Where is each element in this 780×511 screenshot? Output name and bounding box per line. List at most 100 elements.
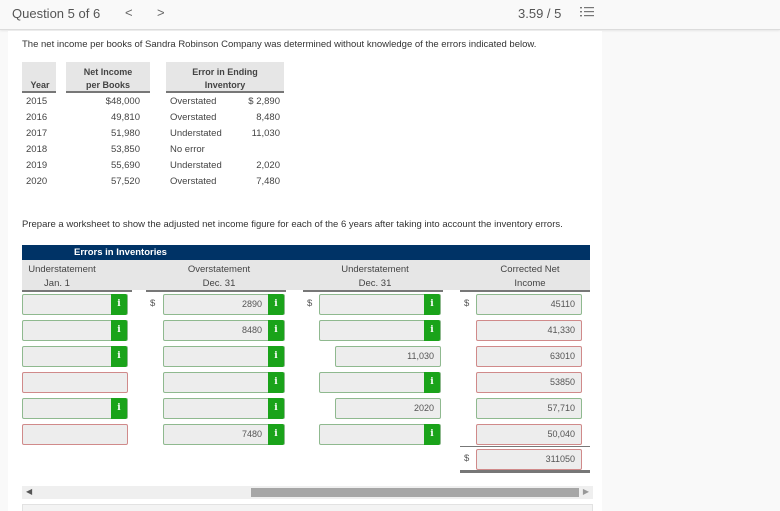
col-corrected-underline bbox=[460, 290, 590, 292]
scroll-left-arrow-icon[interactable]: ◀ bbox=[26, 487, 32, 496]
given-error-type: Understated bbox=[170, 128, 222, 139]
corrected-net-income-input[interactable]: 57,710 bbox=[476, 398, 582, 419]
col-under-jan-line2: Jan. 1 bbox=[44, 278, 70, 289]
col-over-dec-line2: Dec. 31 bbox=[202, 278, 236, 289]
header-error-line1: Error in Ending bbox=[192, 67, 258, 77]
given-error-amount: 11,030 bbox=[251, 128, 280, 139]
given-error-amount: 7,480 bbox=[256, 176, 280, 187]
total-corrected-net-income-input[interactable]: 311050 bbox=[476, 449, 582, 470]
info-icon[interactable]: i bbox=[424, 424, 440, 445]
errors-in-inventories-band: Errors in Inventories bbox=[22, 245, 590, 260]
overstatement-dec31-input[interactable] bbox=[163, 372, 285, 393]
score-display: 3.59 / 5 bbox=[518, 6, 562, 21]
overstatement-dec31-input[interactable]: 2890 bbox=[163, 294, 285, 315]
understatement-dec31-input[interactable] bbox=[319, 424, 441, 445]
understatement-dec31-input[interactable] bbox=[319, 294, 441, 315]
understatement-dec31-input[interactable]: 2020 bbox=[335, 398, 441, 419]
overstatement-dec31-input[interactable] bbox=[163, 398, 285, 419]
corrected-net-income-input[interactable]: 41,330 bbox=[476, 320, 582, 341]
header-year: Year bbox=[30, 80, 50, 90]
total-dollar-sign: $ bbox=[464, 453, 470, 464]
given-year: 2020 bbox=[26, 176, 48, 187]
col-under-dec-line1: Understatement bbox=[341, 264, 409, 275]
problem-intro: The net income per books of Sandra Robin… bbox=[22, 39, 537, 50]
worksheet-instructions: Prepare a worksheet to show the adjusted… bbox=[22, 219, 563, 230]
col-corrected-line2: Income bbox=[514, 278, 546, 289]
corrected-dollar-sign: $ bbox=[464, 298, 470, 309]
col-corrected-line1: Corrected Net bbox=[500, 264, 560, 275]
understatement-dec31-input[interactable]: 11,030 bbox=[335, 346, 441, 367]
overstatement-dec31-input[interactable] bbox=[163, 346, 285, 367]
info-icon[interactable]: i bbox=[111, 320, 127, 341]
given-year: 2016 bbox=[26, 112, 48, 123]
info-icon[interactable]: i bbox=[111, 294, 127, 315]
overstatement-dec31-input[interactable]: 7480 bbox=[163, 424, 285, 445]
understatement-dec31-input[interactable] bbox=[319, 372, 441, 393]
given-net-income: 55,690 bbox=[110, 160, 140, 171]
col-under-jan-line1: Understatement bbox=[28, 264, 96, 275]
next-question-button[interactable]: > bbox=[157, 5, 165, 20]
errors-in-inventories-title: Errors in Inventories bbox=[74, 247, 167, 258]
scrollbar-thumb[interactable] bbox=[251, 488, 579, 497]
info-icon[interactable]: i bbox=[268, 346, 284, 367]
total-rule-top bbox=[460, 446, 590, 447]
worksheet-column-headers: Understatement Jan. 1 Overstatement Dec.… bbox=[22, 260, 590, 290]
info-icon[interactable]: i bbox=[268, 294, 284, 315]
header-error-line2: Inventory bbox=[204, 80, 246, 90]
info-icon[interactable]: i bbox=[268, 424, 284, 445]
under-dec-dollar-sign: $ bbox=[307, 298, 313, 309]
info-icon[interactable]: i bbox=[268, 398, 284, 419]
given-error-type: Overstated bbox=[170, 96, 217, 107]
info-icon[interactable]: i bbox=[268, 320, 284, 341]
info-icon[interactable]: i bbox=[424, 320, 440, 341]
info-icon[interactable]: i bbox=[268, 372, 284, 393]
col-under-jan-underline bbox=[22, 290, 132, 292]
given-net-income: 53,850 bbox=[110, 144, 140, 155]
given-net-income: 51,980 bbox=[110, 128, 140, 139]
total-rule-double bbox=[460, 470, 590, 473]
given-year: 2017 bbox=[26, 128, 48, 139]
given-error-type: No error bbox=[170, 144, 205, 155]
info-icon[interactable]: i bbox=[111, 346, 127, 367]
col-over-dec-line1: Overstatement bbox=[187, 264, 251, 275]
given-net-income: 49,810 bbox=[110, 112, 140, 123]
given-error-type: Overstated bbox=[170, 112, 217, 123]
understatement-jan1-input[interactable] bbox=[22, 372, 128, 393]
header-year-cell: Year bbox=[22, 62, 56, 93]
col-under-dec-line2: Dec. 31 bbox=[358, 278, 392, 289]
list-icon[interactable] bbox=[580, 5, 594, 19]
given-error-amount: 2,020 bbox=[256, 160, 280, 171]
header-error-cell: Error in Ending Inventory bbox=[166, 62, 284, 93]
corrected-net-income-input[interactable]: 63010 bbox=[476, 346, 582, 367]
header-net-income-line1: Net Income bbox=[83, 67, 133, 77]
previous-question-button[interactable]: < bbox=[125, 5, 133, 20]
header-net-income-line2: per Books bbox=[85, 80, 130, 90]
corrected-net-income-input[interactable]: 50,040 bbox=[476, 424, 582, 445]
next-section-panel bbox=[22, 504, 593, 511]
over-dec-dollar-sign: $ bbox=[150, 298, 156, 309]
col-under-dec-underline bbox=[303, 290, 443, 292]
given-error-amount: $ 2,890 bbox=[248, 96, 280, 107]
given-error-type: Overstated bbox=[170, 176, 217, 187]
corrected-net-income-input[interactable]: 45110 bbox=[476, 294, 582, 315]
given-year: 2018 bbox=[26, 144, 48, 155]
given-net-income: 57,520 bbox=[110, 176, 140, 187]
given-year: 2015 bbox=[26, 96, 48, 107]
info-icon[interactable]: i bbox=[424, 372, 440, 393]
scroll-right-arrow-icon[interactable]: ▶ bbox=[583, 487, 589, 496]
question-counter: Question 5 of 6 bbox=[12, 6, 101, 21]
info-icon[interactable]: i bbox=[111, 398, 127, 419]
given-error-amount: 8,480 bbox=[256, 112, 280, 123]
understatement-dec31-input[interactable] bbox=[319, 320, 441, 341]
given-net-income: $48,000 bbox=[105, 96, 140, 107]
header-net-income-cell: Net Income per Books bbox=[66, 62, 150, 93]
col-over-dec-underline bbox=[146, 290, 286, 292]
given-year: 2019 bbox=[26, 160, 48, 171]
understatement-jan1-input[interactable] bbox=[22, 424, 128, 445]
info-icon[interactable]: i bbox=[424, 294, 440, 315]
horizontal-scrollbar[interactable]: ◀ ▶ bbox=[22, 486, 593, 499]
given-error-type: Understated bbox=[170, 160, 222, 171]
overstatement-dec31-input[interactable]: 8480 bbox=[163, 320, 285, 341]
corrected-net-income-input[interactable]: 53850 bbox=[476, 372, 582, 393]
question-header: Question 5 of 6 < > 3.59 / 5 bbox=[0, 0, 780, 30]
